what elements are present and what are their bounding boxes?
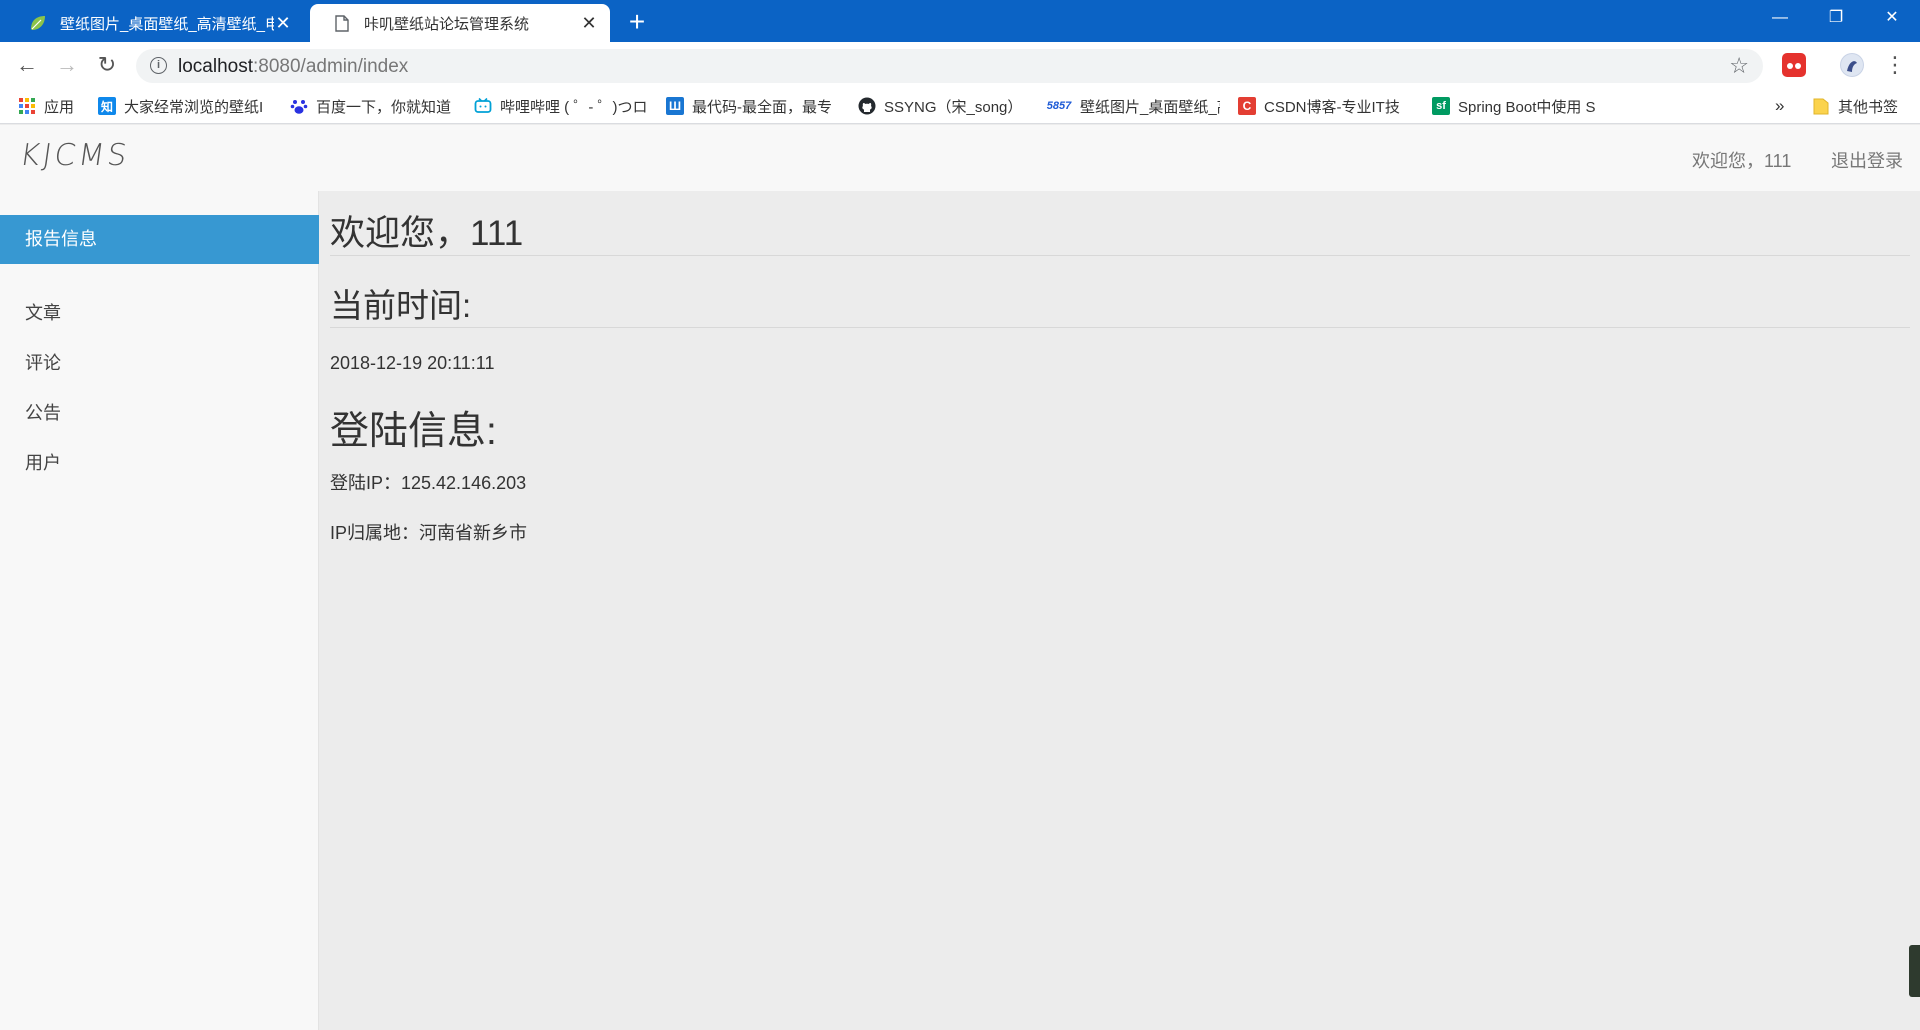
bookmark-label: 百度一下，你就知道 (316, 98, 452, 116)
divider (330, 327, 1910, 328)
site-logo[interactable]: KJCMS (18, 138, 132, 173)
bookmark-label: SSYNG（宋_song） (884, 98, 1023, 116)
bookmark-apps[interactable]: 应用 (18, 95, 80, 117)
minimize-button[interactable]: — (1752, 0, 1808, 36)
bilibili-tv-icon (474, 97, 492, 115)
current-time-heading: 当前时间: (330, 287, 472, 324)
current-time-value: 2018-12-19 20:11:11 (330, 353, 495, 373)
forward-button[interactable]: → (52, 50, 82, 80)
address-bar[interactable]: i localhost:8080/admin/index ☆ (136, 49, 1763, 83)
extension-icon[interactable] (1782, 53, 1806, 77)
login-ip-text: 登陆IP：125.42.146.203 (330, 473, 527, 493)
segmentfault-icon: sf (1432, 97, 1450, 115)
bookmark-zuidaima[interactable]: Ш 最代码-最全面，最专 (666, 95, 838, 117)
tab-title: 壁纸图片_桌面壁纸_高清壁纸_电脑壁纸 (60, 15, 274, 33)
back-button[interactable]: ← (12, 50, 42, 80)
sidebar-item-users[interactable]: 用户 (0, 439, 319, 488)
sidebar-item-announcements[interactable]: 公告 (0, 389, 319, 438)
bookmark-label: 哔哩哔哩 ( ゜- ゜)つロ (500, 98, 646, 116)
url-path: :8080/admin/index (253, 56, 409, 77)
bookmark-label: 大家经常浏览的壁纸I (124, 98, 264, 116)
bookmark-label: 最代码-最全面，最专 (692, 98, 832, 116)
page-icon (332, 13, 352, 33)
zuidaima-icon: Ш (666, 97, 684, 115)
bookmark-csdn[interactable]: C CSDN博客-专业IT技 (1238, 95, 1410, 117)
site-info-icon[interactable]: i (150, 57, 167, 74)
sidebar-item-comments[interactable]: 评论 (0, 339, 319, 388)
bookmark-github[interactable]: SSYNG（宋_song） (858, 95, 1028, 117)
github-icon (858, 97, 876, 115)
tab-title: 咔叽壁纸站论坛管理系统 (364, 15, 530, 33)
bookmarks-bar: 应用 知 大家经常浏览的壁纸I 百度一下，你就知道 哔哩哔哩 ( ゜- ゜)つロ… (0, 88, 1920, 124)
restore-button[interactable]: ❐ (1808, 0, 1864, 36)
other-bookmarks[interactable]: 其他书签 (1812, 95, 1912, 117)
csdn-icon: C (1238, 97, 1256, 115)
sidebar: 报告信息 文章 评论 公告 用户 (0, 191, 319, 1030)
bookmark-baidu[interactable]: 百度一下，你就知道 (290, 95, 460, 117)
browser-toolbar: ← → ↻ i localhost:8080/admin/index ☆ ⋮ (0, 42, 1920, 88)
new-tab-button[interactable]: + (622, 7, 652, 37)
bookmark-label: 应用 (44, 98, 75, 116)
window-close-button[interactable]: ✕ (1864, 0, 1920, 36)
bookmark-label: Spring Boot中使用 S (1458, 98, 1596, 116)
spring-leaf-icon (28, 13, 48, 33)
tab-close-icon[interactable]: ✕ (580, 13, 598, 34)
sidebar-item-report[interactable]: 报告信息 (0, 215, 319, 264)
welcome-heading: 欢迎您，111 (330, 214, 524, 253)
tab-wallpaper-site[interactable]: 壁纸图片_桌面壁纸_高清壁纸_电脑壁纸 ✕ (6, 4, 304, 42)
logout-link[interactable]: 退出登录 (1831, 147, 1903, 173)
reload-button[interactable]: ↻ (92, 50, 122, 80)
5857-icon: 5857 (1046, 100, 1072, 112)
url-host: localhost (178, 56, 253, 77)
admin-page: KJCMS 欢迎您，111 退出登录 报告信息 文章 评论 公告 用户 欢迎您，… (0, 125, 1920, 1030)
apps-grid-icon (18, 97, 36, 115)
bookmark-label: 其他书签 (1838, 98, 1899, 116)
divider (330, 255, 1910, 256)
bookmark-label: 壁纸图片_桌面壁纸_高 (1080, 98, 1220, 116)
site-header: KJCMS 欢迎您，111 退出登录 (0, 125, 1920, 191)
welcome-user-link[interactable]: 欢迎您，111 (1692, 147, 1791, 173)
ip-location-text: IP归属地：河南省新乡市 (330, 523, 528, 543)
bookmark-segmentfault[interactable]: sf Spring Boot中使用 S (1432, 95, 1604, 117)
baidu-paw-icon (290, 97, 308, 115)
side-scroll-handle[interactable] (1909, 945, 1920, 997)
zhihu-icon: 知 (98, 97, 116, 115)
bookmark-label: CSDN博客-专业IT技 (1264, 98, 1400, 116)
sidebar-item-articles[interactable]: 文章 (0, 289, 319, 338)
browser-tab-strip: 壁纸图片_桌面壁纸_高清壁纸_电脑壁纸 ✕ 咔叽壁纸站论坛管理系统 ✕ + — … (0, 0, 1920, 42)
tab-admin-system[interactable]: 咔叽壁纸站论坛管理系统 ✕ (310, 4, 610, 42)
browser-menu-icon[interactable]: ⋮ (1880, 50, 1910, 80)
bookmark-star-icon[interactable]: ☆ (1729, 53, 1749, 79)
bookmark-bilibili[interactable]: 哔哩哔哩 ( ゜- ゜)つロ (474, 95, 646, 117)
url-text[interactable]: localhost:8080/admin/index (178, 56, 408, 78)
bookmark-zhihu[interactable]: 知 大家经常浏览的壁纸I (98, 95, 268, 117)
bookmark-5857[interactable]: 5857 壁纸图片_桌面壁纸_高 (1046, 95, 1220, 117)
profile-avatar[interactable] (1840, 53, 1864, 77)
folder-icon (1812, 97, 1830, 115)
bookmarks-overflow-button[interactable]: » (1775, 95, 1795, 117)
tab-close-icon[interactable]: ✕ (274, 13, 292, 34)
login-info-heading: 登陆信息: (330, 410, 497, 453)
